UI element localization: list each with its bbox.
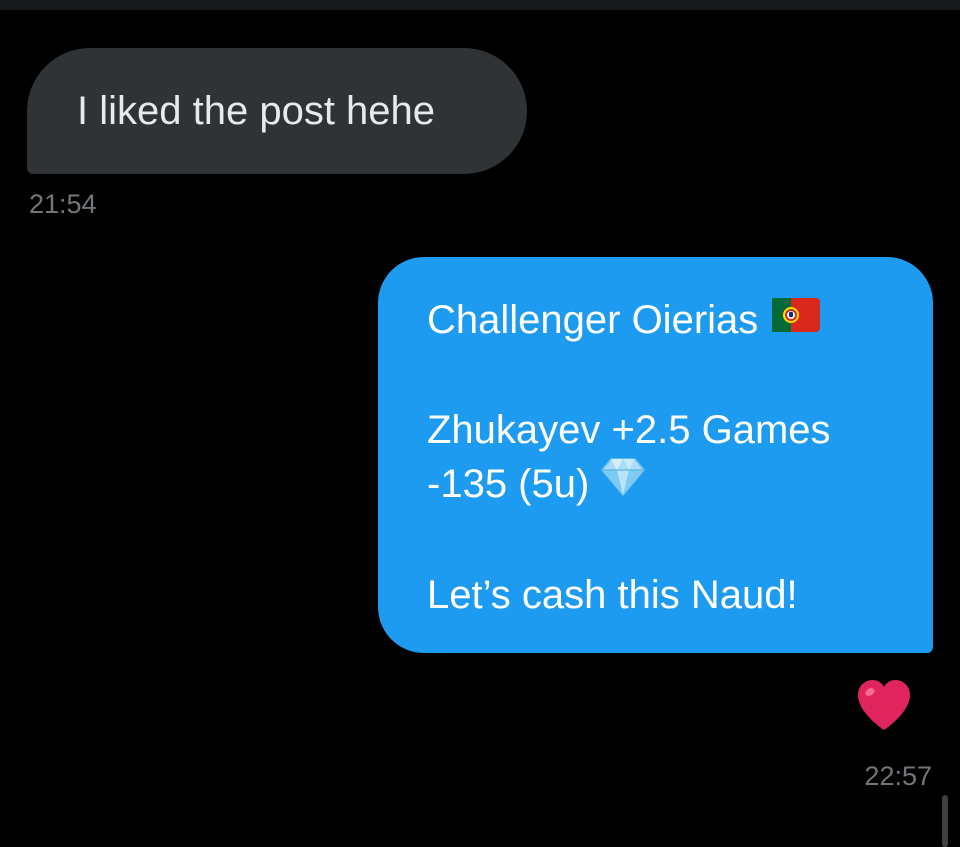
sent-message-line-3: -135 (5u)	[427, 457, 903, 513]
portugal-flag-icon	[772, 292, 821, 346]
scrollbar-thumb[interactable]	[942, 795, 948, 847]
gem-icon	[601, 457, 646, 511]
sent-message-line-1: Challenger Oierias	[427, 293, 903, 349]
sent-message-line-2: Zhukayev +2.5 Games	[427, 408, 831, 453]
sent-message-line-1-text: Challenger Oierias	[427, 298, 759, 342]
sent-message-line-4: Let’s cash this Naud!	[427, 572, 798, 617]
top-bar	[0, 0, 960, 10]
sent-message-line-3-text: -135 (5u)	[427, 462, 590, 507]
heart-reaction-icon[interactable]	[855, 678, 913, 732]
sent-message-timestamp: 22:57	[864, 761, 932, 791]
received-message-timestamp: 21:54	[29, 189, 97, 219]
sent-message-bubble[interactable]: Challenger Oierias Zhukayev +2.5 Games -…	[378, 257, 933, 653]
received-message-bubble[interactable]: I liked the post hehe	[27, 48, 527, 174]
received-message-text: I liked the post hehe	[77, 89, 436, 133]
